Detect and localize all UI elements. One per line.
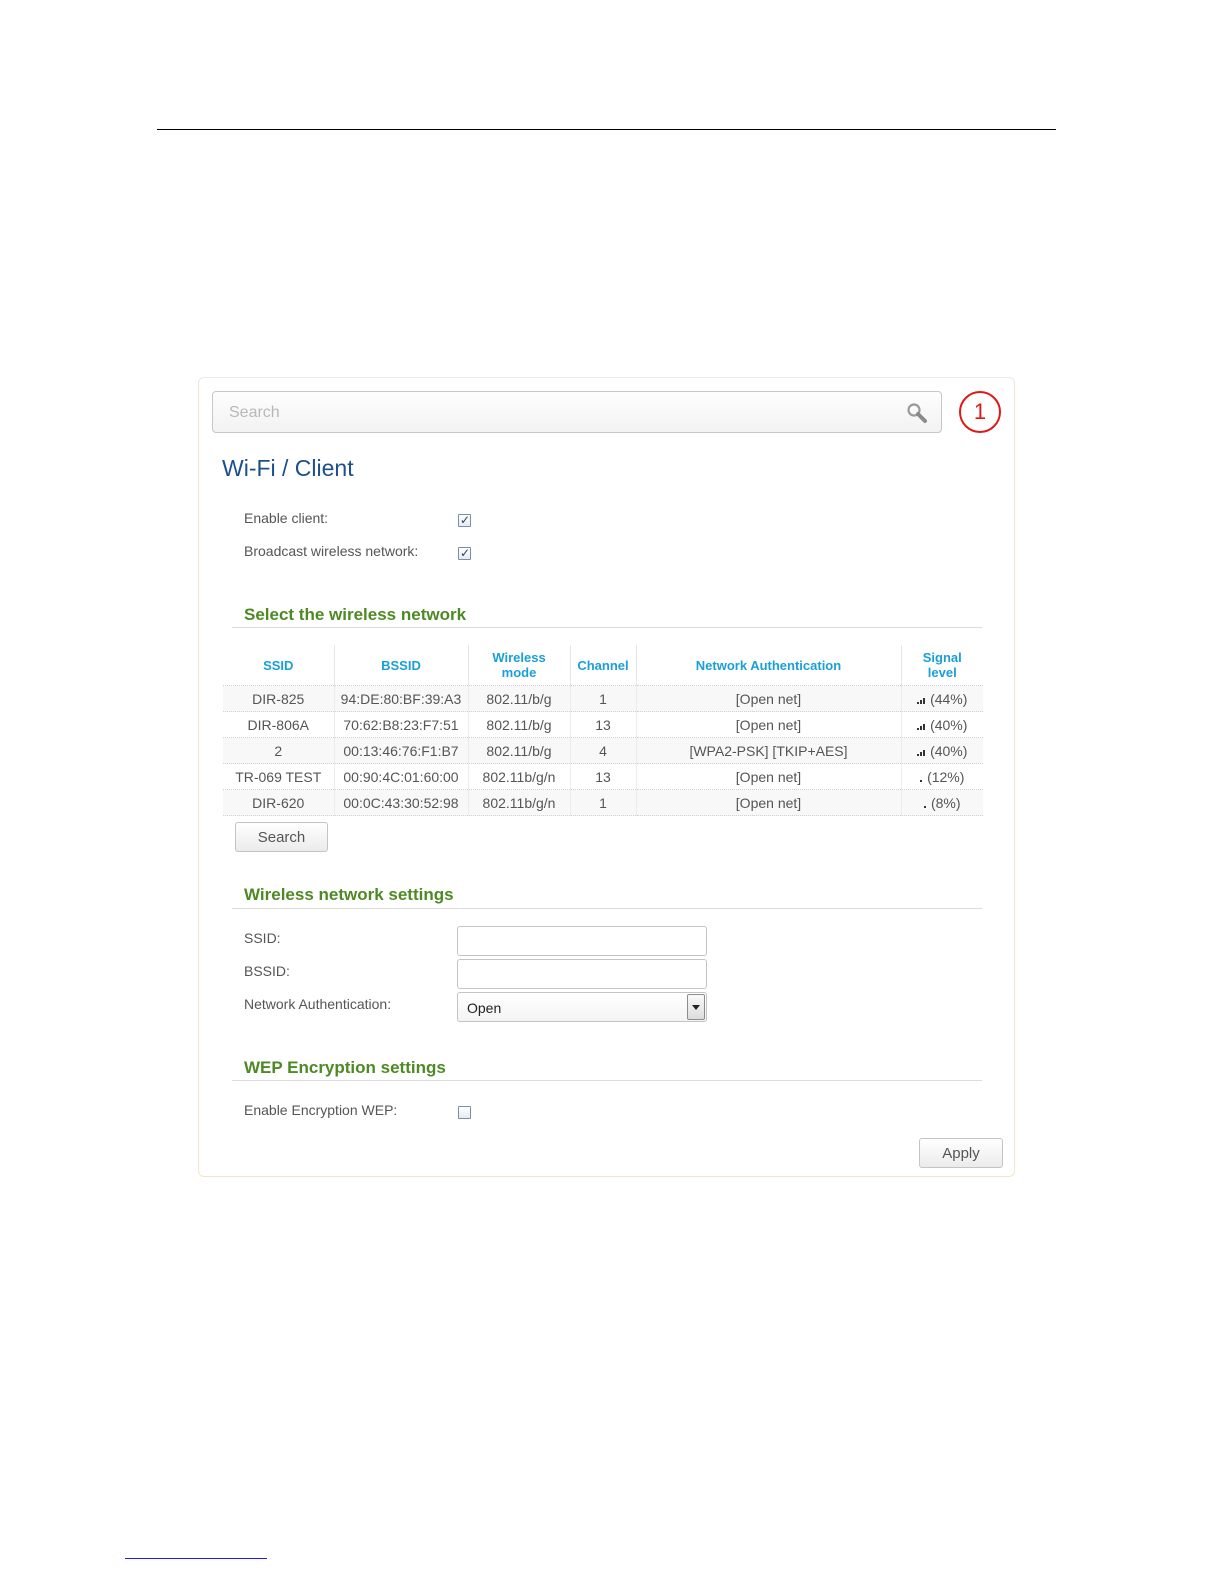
column-header-channel: Channel (569, 645, 636, 686)
search-bar[interactable] (212, 391, 942, 433)
network-authentication-label: Network Authentication: (244, 996, 392, 1012)
cell-mode: 802.11b/g/n (467, 789, 570, 816)
signal-bars-icon (917, 691, 926, 707)
cell-ssid: DIR-825 (223, 685, 334, 712)
cell-signal: (40%) (900, 737, 983, 764)
cell-signal: (40%) (900, 711, 983, 738)
cell-signal: (12%) (900, 763, 983, 790)
section-title-select-network: Select the wireless network (244, 605, 467, 624)
table-row[interactable]: DIR-620 00:0C:43:30:52:98 802.11b/g/n 1 … (223, 789, 983, 816)
signal-percent: (40%) (930, 716, 968, 733)
header-text: Signal (922, 650, 962, 665)
section-title-wep-encryption: WEP Encryption settings (244, 1058, 446, 1077)
cell-bssid: 70:62:B8:23:F7:51 (333, 711, 468, 738)
header-text: level (927, 665, 957, 680)
cell-ssid: DIR-806A (223, 711, 334, 738)
signal-bars-icon (923, 795, 927, 811)
signal-bar (923, 697, 926, 704)
cell-signal: (8%) (900, 789, 983, 816)
page-title: Wi-Fi / Client (222, 455, 354, 481)
bssid-label: BSSID: (244, 963, 290, 979)
search-networks-button[interactable]: Search (235, 822, 328, 852)
cell-ssid: DIR-620 (223, 789, 334, 816)
search-input[interactable] (227, 401, 871, 425)
ssid-field[interactable] (457, 926, 707, 956)
network-authentication-select[interactable]: Open (457, 992, 707, 1022)
enable-client-label: Enable client: (244, 510, 329, 526)
cell-mode: 802.11/b/g (467, 737, 570, 764)
ssid-label: SSID: (244, 930, 281, 946)
table-header-row: SSID BSSID Wireless mode Channel Network … (223, 645, 983, 686)
signal-bars-icon (920, 769, 923, 785)
cell-channel: 1 (569, 685, 636, 712)
bssid-field[interactable] (457, 959, 707, 989)
section-divider (232, 1080, 982, 1081)
signal-bar (917, 701, 920, 704)
signal-bar (920, 751, 923, 756)
page-header-rule (157, 129, 1056, 130)
cell-signal: (44%) (900, 685, 983, 712)
signal-percent: (12%) (927, 768, 965, 785)
signal-bar (923, 749, 926, 756)
table-row[interactable]: DIR-825 94:DE:80:BF:39:A3 802.11/b/g 1 [… (223, 685, 983, 712)
cell-ssid: TR-069 TEST (223, 763, 334, 790)
cell-bssid: 00:0C:43:30:52:98 (333, 789, 468, 816)
table-row[interactable]: TR-069 TEST 00:90:4C:01:60:00 802.11b/g/… (223, 763, 983, 790)
signal-bars-icon (917, 717, 926, 733)
broadcast-network-label: Broadcast wireless network: (244, 543, 419, 559)
cell-mode: 802.11/b/g (467, 711, 570, 738)
signal-bar (920, 699, 923, 704)
enable-wep-label: Enable Encryption WEP: (244, 1102, 398, 1118)
signal-bar (920, 779, 923, 782)
section-divider (232, 627, 982, 628)
wireless-networks-table: SSID BSSID Wireless mode Channel Network … (223, 645, 983, 816)
cell-auth: [Open net] (635, 711, 901, 738)
cell-mode: 802.11/b/g (467, 685, 570, 712)
signal-bar (917, 727, 920, 730)
cell-channel: 13 (569, 763, 636, 790)
cell-auth: [Open net] (635, 763, 901, 790)
cell-bssid: 00:13:46:76:F1:B7 (333, 737, 468, 764)
column-header-signal-level: Signal level (900, 645, 983, 686)
table-row[interactable]: 2 00:13:46:76:F1:B7 802.11/b/g 4 [WPA2-P… (223, 737, 983, 764)
section-title-wireless-settings: Wireless network settings (244, 885, 454, 904)
cell-ssid: 2 (223, 737, 334, 764)
signal-bar (923, 805, 926, 808)
cell-bssid: 94:DE:80:BF:39:A3 (333, 685, 468, 712)
header-text: mode (501, 665, 537, 680)
footer-link-underline (125, 1558, 267, 1559)
header-text: Wireless (492, 650, 546, 665)
apply-button[interactable]: Apply (919, 1138, 1003, 1168)
cell-channel: 4 (569, 737, 636, 764)
search-icon[interactable] (906, 402, 928, 424)
enable-client-checkbox[interactable]: ✓ (458, 513, 471, 527)
column-header-wireless-mode: Wireless mode (467, 645, 570, 686)
cell-auth: [Open net] (635, 789, 901, 816)
signal-bar (917, 753, 920, 756)
section-divider (232, 908, 982, 909)
cell-auth: [Open net] (635, 685, 901, 712)
cell-mode: 802.11b/g/n (467, 763, 570, 790)
column-header-ssid: SSID (263, 657, 294, 673)
enable-wep-checkbox[interactable] (458, 1106, 471, 1119)
select-value: Open (467, 1000, 502, 1016)
callout-number-badge: 1 (959, 391, 1001, 433)
checkmark-icon: ✓ (460, 513, 471, 527)
cell-auth: [WPA2-PSK] [TKIP+AES] (635, 737, 901, 764)
signal-bar (920, 725, 923, 730)
broadcast-network-checkbox[interactable]: ✓ (458, 546, 471, 560)
column-header-bssid: BSSID (333, 645, 468, 686)
signal-percent: (44%) (930, 690, 968, 707)
column-header-network-authentication: Network Authentication (635, 645, 901, 686)
cell-channel: 13 (569, 711, 636, 738)
table-row[interactable]: DIR-806A 70:62:B8:23:F7:51 802.11/b/g 13… (223, 711, 983, 738)
cell-channel: 1 (569, 789, 636, 816)
dropdown-arrow-icon[interactable] (687, 994, 705, 1020)
cell-bssid: 00:90:4C:01:60:00 (333, 763, 468, 790)
signal-percent: (40%) (930, 742, 968, 759)
signal-percent: (8%) (930, 794, 961, 811)
checkmark-icon: ✓ (460, 546, 471, 560)
signal-bars-icon (917, 743, 926, 759)
signal-bar (923, 723, 926, 730)
